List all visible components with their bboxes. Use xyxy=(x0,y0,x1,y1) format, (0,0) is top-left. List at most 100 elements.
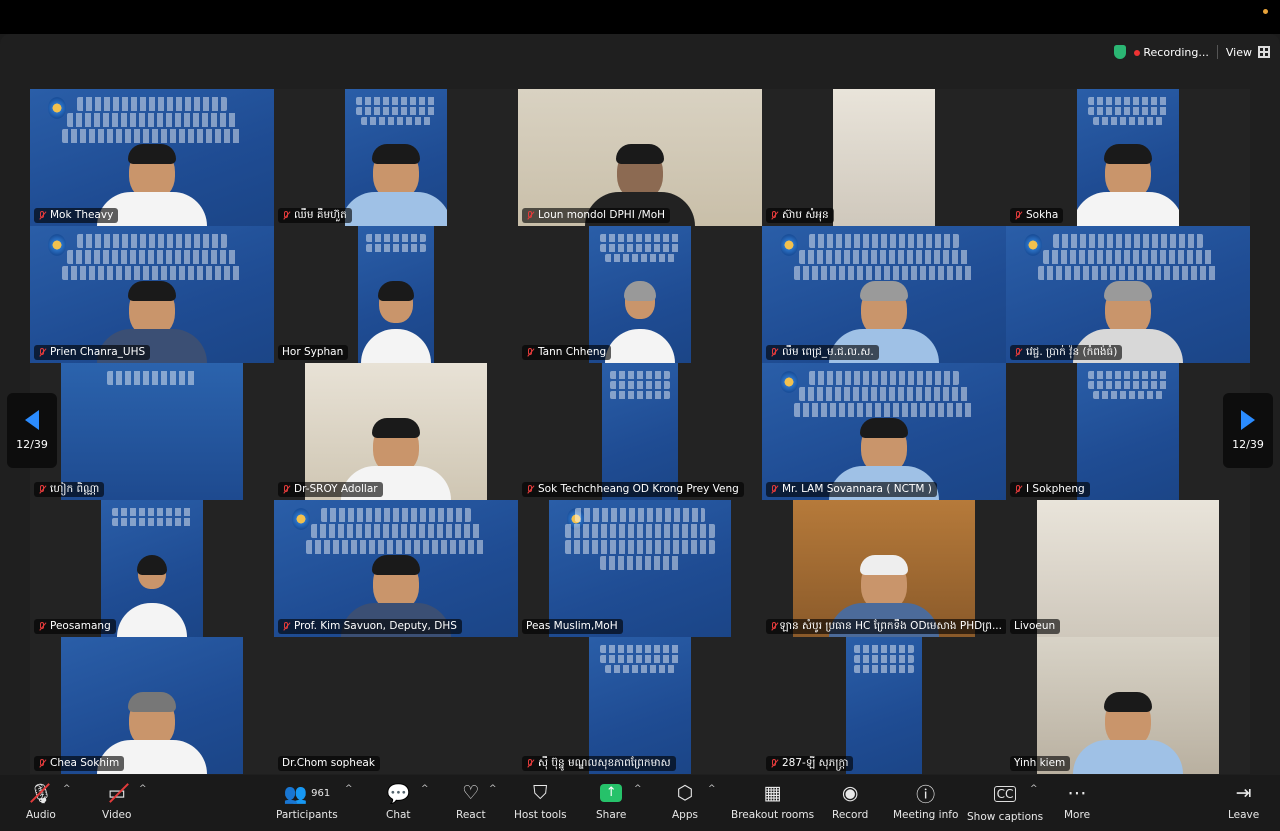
participant-name: ស៊ាប សំអុន xyxy=(766,208,834,223)
muted-mic-icon xyxy=(526,210,535,221)
participants-count: 961 xyxy=(311,787,331,799)
muted-mic-icon xyxy=(38,621,47,632)
muted-mic-icon xyxy=(38,484,47,495)
audio-button[interactable]: 🎙 Audio xyxy=(26,781,56,822)
muted-mic-icon xyxy=(282,210,291,221)
video-tile[interactable]: Sok Techchheang OD Krong Prey Veng xyxy=(518,363,762,500)
record-button[interactable]: ◉ Record xyxy=(832,781,868,821)
participants-button[interactable]: 👥 961 Participants xyxy=(276,781,338,822)
video-tile[interactable]: វេជ្ជ. ប្រាក់ វ៉ុន (កំពង់ធំ) xyxy=(1006,226,1250,363)
video-tile[interactable]: Tann Chheng xyxy=(518,226,762,363)
muted-mic-icon xyxy=(770,484,779,495)
share-options-caret[interactable]: ^ xyxy=(634,784,642,794)
captions-options-caret[interactable]: ^ xyxy=(1030,784,1038,794)
meeting-info-label: Meeting info xyxy=(893,809,959,821)
captions-label: Show captions xyxy=(967,811,1044,823)
video-tile[interactable]: Livoeun xyxy=(1006,500,1250,637)
video-tile[interactable]: Mok Theavy xyxy=(30,89,274,226)
share-button[interactable]: ↑ Share xyxy=(596,781,626,821)
participant-name: Peas Muslim,MoH xyxy=(522,619,623,634)
muted-mic-icon xyxy=(1014,484,1023,495)
leave-label: Leave xyxy=(1228,809,1260,821)
previous-page-button[interactable]: 12/39 xyxy=(7,393,57,468)
meeting-info-button[interactable]: ⓘ Meeting info xyxy=(893,781,959,822)
participants-options-caret[interactable]: ^ xyxy=(345,784,353,794)
video-tile[interactable]: 287-ឡី សុភក្ត្រា xyxy=(762,637,1006,774)
video-tile[interactable]: Peas Muslim,MoH xyxy=(518,500,762,637)
record-icon: ◉ xyxy=(841,782,859,804)
grid-view-icon xyxy=(1258,46,1270,58)
react-button[interactable]: ♡ React xyxy=(456,781,486,821)
muted-mic-icon xyxy=(38,210,47,221)
video-tile[interactable]: លឹម ពេជ្រ_ម.ជ.ល.ស. xyxy=(762,226,1006,363)
participant-name: Sokha xyxy=(1010,208,1064,223)
participant-name: Sok Techchheang OD Krong Prey Veng xyxy=(522,482,744,497)
video-options-caret[interactable]: ^ xyxy=(139,784,147,794)
participant-name: Chea Sokhim xyxy=(34,756,125,771)
muted-mic-icon xyxy=(1014,210,1023,221)
more-label: More xyxy=(1064,809,1091,821)
arrow-left-icon xyxy=(25,410,39,430)
video-tile[interactable]: ឈឹម គឹមហ៊ួត xyxy=(274,89,518,226)
video-tile[interactable]: Dr-SROY Adollar xyxy=(274,363,518,500)
muted-mic-icon xyxy=(770,210,779,221)
participant-name: Peosamang xyxy=(34,619,116,634)
share-label: Share xyxy=(596,809,627,821)
video-tile[interactable]: Hor Syphan xyxy=(274,226,518,363)
status-dot xyxy=(1263,9,1268,14)
audio-options-caret[interactable]: ^ xyxy=(63,784,71,794)
status-bar: Recording... View xyxy=(1113,42,1270,62)
muted-mic-icon xyxy=(770,347,779,358)
host-tools-label: Host tools xyxy=(514,809,567,821)
video-tile[interactable]: Dr.Chom sopheak xyxy=(274,637,518,774)
breakout-rooms-button[interactable]: ▦ Breakout rooms xyxy=(731,781,814,821)
participant-name: Prien Chanra_UHS xyxy=(34,345,151,360)
video-tile[interactable]: ស៊ឺ ប៊ុន្នូ មណ្ឌលសុខភាពព្រែកមាស xyxy=(518,637,762,774)
react-options-caret[interactable]: ^ xyxy=(489,784,497,794)
video-tile[interactable]: Prien Chanra_UHS xyxy=(30,226,274,363)
video-tile[interactable]: ស៊ាប សំអុន xyxy=(762,89,1006,226)
more-button[interactable]: ⋯ More xyxy=(1064,781,1090,821)
video-tile[interactable]: Prof. Kim Savuon, Deputy, DHS xyxy=(274,500,518,637)
leave-button[interactable]: ⇥ Leave xyxy=(1228,781,1259,821)
shield-icon: ⛉ xyxy=(533,782,548,804)
apps-icon: ⬡ xyxy=(676,782,694,804)
apps-options-caret[interactable]: ^ xyxy=(708,784,716,794)
top-bar xyxy=(0,0,1280,34)
participant-name: I Sokpheng xyxy=(1010,482,1090,497)
chat-options-caret[interactable]: ^ xyxy=(421,784,429,794)
leave-icon: ⇥ xyxy=(1235,782,1252,804)
page-indicator: 12/39 xyxy=(1232,438,1264,451)
participant-name: ឡាន សំបូរ ប្រធាន HC ព្រែកទឹង ODមេសាង PHD… xyxy=(766,619,1006,634)
participant-name: Prof. Kim Savuon, Deputy, DHS xyxy=(278,619,462,634)
participant-name: ហៀក ពិណ្ណា xyxy=(34,482,105,497)
record-label: Record xyxy=(832,809,869,821)
video-tile[interactable]: Yinh kiem xyxy=(1006,637,1250,774)
chat-button[interactable]: 💬 Chat xyxy=(386,781,411,822)
apps-button[interactable]: ⬡ Apps xyxy=(672,781,698,821)
participant-name: Tann Chheng xyxy=(522,345,612,360)
video-tile[interactable]: Sokha xyxy=(1006,89,1250,226)
muted-mic-icon xyxy=(526,347,535,358)
video-tile[interactable]: ហៀក ពិណ្ណា xyxy=(30,363,274,500)
video-tile[interactable]: I Sokpheng xyxy=(1006,363,1250,500)
info-icon: ⓘ xyxy=(916,783,936,806)
video-tile[interactable]: ឡាន សំបូរ ប្រធាន HC ព្រែកទឹង ODមេសាង PHD… xyxy=(762,500,1006,637)
participant-name: លឹម ពេជ្រ_ម.ជ.ល.ស. xyxy=(766,345,879,360)
view-button[interactable]: View xyxy=(1226,46,1270,59)
next-page-button[interactable]: 12/39 xyxy=(1223,393,1273,468)
apps-label: Apps xyxy=(672,809,698,821)
muted-mic-icon xyxy=(1014,347,1023,358)
host-tools-button[interactable]: ⛉ Host tools xyxy=(514,781,567,821)
encryption-shield-icon[interactable] xyxy=(1113,45,1126,59)
react-label: React xyxy=(456,809,486,821)
participant-name: Yinh kiem xyxy=(1010,756,1071,771)
recording-dot-icon xyxy=(1133,49,1140,56)
video-tile[interactable]: Mr. LAM Sovannara ( NCTM ) xyxy=(762,363,1006,500)
participant-name: Livoeun xyxy=(1010,619,1061,634)
video-tile[interactable]: Loun mondol DPHI /MoH xyxy=(518,89,762,226)
video-button[interactable]: ▭ Video xyxy=(102,781,131,821)
video-tile[interactable]: Chea Sokhim xyxy=(30,637,274,774)
video-tile[interactable]: Peosamang xyxy=(30,500,274,637)
recording-indicator[interactable]: Recording... xyxy=(1133,46,1209,59)
